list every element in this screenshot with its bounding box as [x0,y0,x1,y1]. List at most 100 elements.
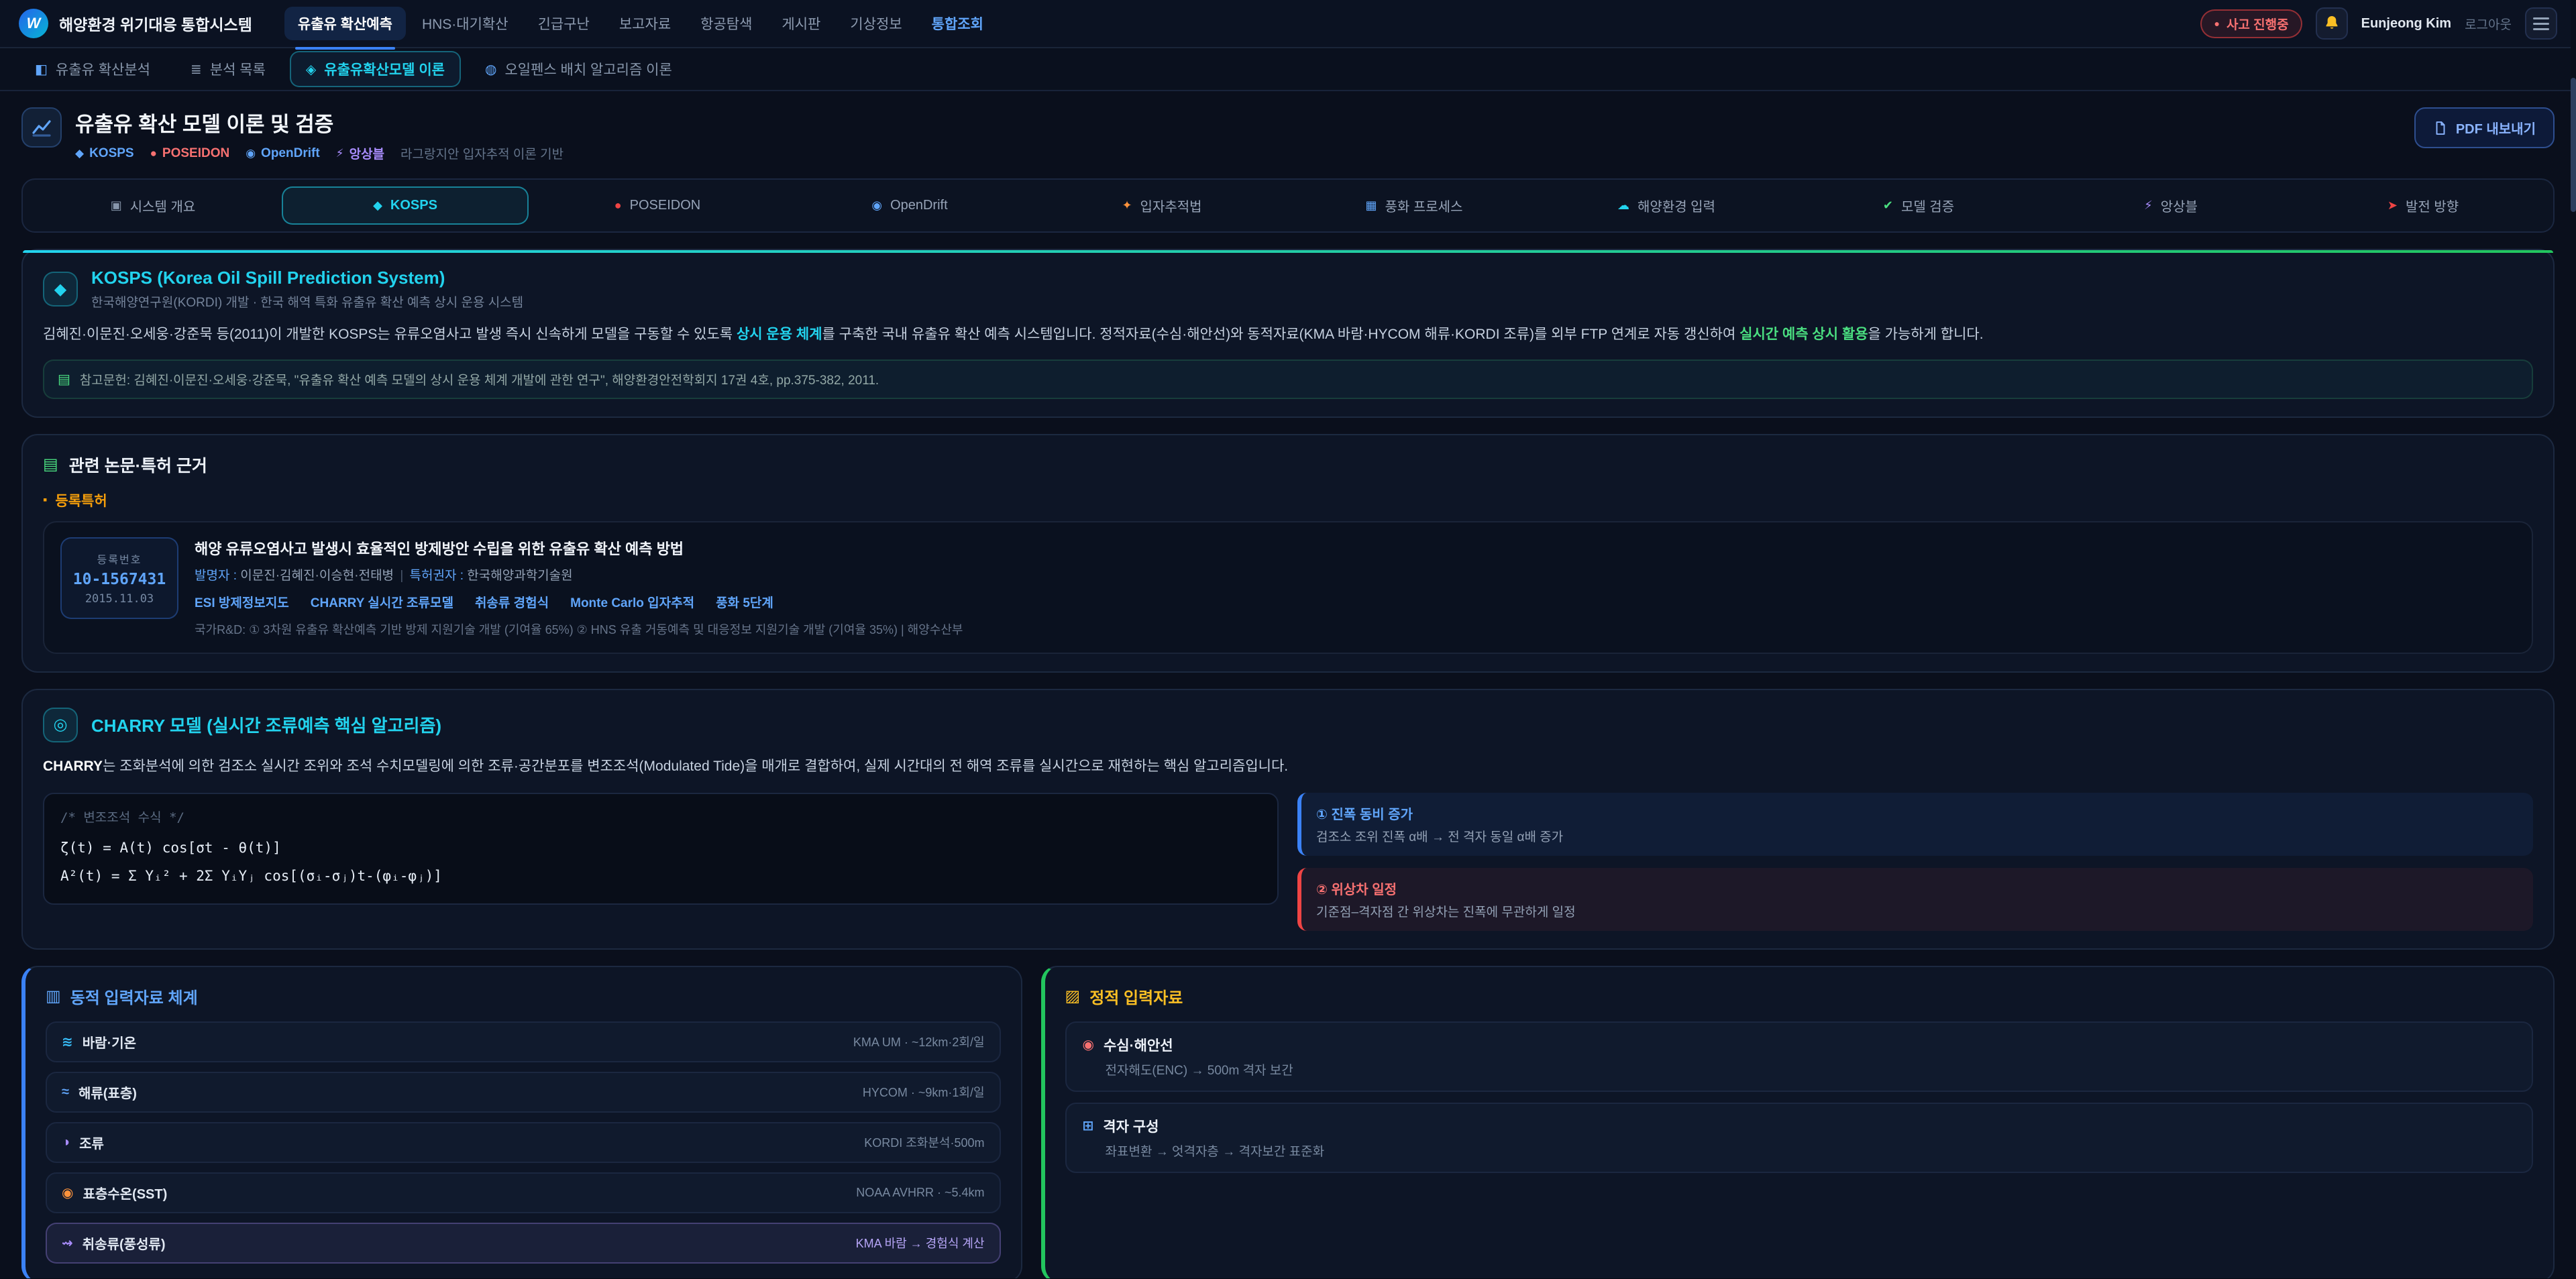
brand: W 해양환경 위기대응 통합시스템 [19,9,252,38]
chip-particle-tracking[interactable]: ✦입자추적법 [1038,186,1285,225]
patent-section: ▤ 관련 논문·특허 근거 ▪ 등록특허 등록번호 10-1567431 201… [21,434,2555,673]
chip-ocean-env-input[interactable]: ☁해양환경 입력 [1543,186,1790,225]
wave-icon: ≈ [62,1085,69,1100]
book-icon: ▤ [58,371,70,388]
charry-title: CHARRY 모델 (실시간 조류예측 핵심 알고리즘) [91,712,441,737]
patent-section-title: 관련 논문·특허 근거 [69,453,207,477]
chip-poseidon[interactable]: ●POSEIDON [534,186,781,225]
diamond-icon: ◆ [373,199,382,213]
patent-card: 등록번호 10-1567431 2015.11.03 해양 유류오염사고 발생시… [43,521,2533,654]
nav-hns-air-dispersion[interactable]: HNS·대기확산 [409,7,522,40]
chip-model-validation[interactable]: ✔모델 검증 [1795,186,2042,225]
nav-bulletin-board[interactable]: 게시판 [768,7,834,40]
nav-aerial-search[interactable]: 항공탐색 [687,7,765,40]
incident-status-badge[interactable]: ● 사고 진행중 [2200,9,2302,38]
thermometer-icon: ◉ [62,1184,73,1201]
grid-icon: ⊞ [1083,1117,1094,1134]
model-badge-row: ◆KOSPS ●POSEIDON ◉OpenDrift ⚡앙상블 라그랑지안 입… [75,144,564,162]
tag-monte-carlo-tracking[interactable]: Monte Carlo 입자추적 [570,593,694,611]
amplitude-note: ① 진폭 동비 증가 검조소 조위 진폭 α배 → 전 격자 동일 α배 증가 [1297,793,2533,856]
rocket-icon: ➤ [2387,199,2398,213]
tab-spill-analysis[interactable]: ◧ 유출유 확산분석 [19,51,166,87]
chip-kosps[interactable]: ◆KOSPS [282,186,529,225]
spark-icon: ✦ [1122,199,1132,213]
badge-opendrift: ◉OpenDrift [246,146,319,161]
tab-label: 오일펜스 배치 알고리즘 이론 [504,59,672,79]
page-subtitle: 라그랑지안 입자추적 이론 기반 [400,144,564,162]
patent-registration-box: 등록번호 10-1567431 2015.11.03 [60,537,178,619]
globe-icon: ◍ [485,61,496,78]
tab-label: 유출유확산모델 이론 [324,59,445,79]
tag-esi-control-map[interactable]: ESI 방제정보지도 [195,593,289,611]
kosps-diamond-icon: ◆ [43,272,78,307]
chip-system-overview[interactable]: ▣시스템 개요 [30,186,276,225]
input-row-surface-current: ≈해류(표층) HYCOM · ~9km·1회/일 [46,1072,1001,1113]
static-inputs-title: 정적 입력자료 [1089,985,1183,1008]
badge-ensemble: ⚡앙상블 [336,144,384,162]
registration-date: 2015.11.03 [72,592,166,606]
status-dot-icon: ● [2214,19,2219,28]
pin-icon: ◉ [1083,1036,1094,1053]
dynamic-inputs-title: 동적 입력자료 체계 [70,985,198,1008]
badge-poseidon: ●POSEIDON [150,146,230,161]
hamburger-icon [2533,17,2549,19]
patent-title: 해양 유류오염사고 발생시 효율적인 방제방안 수립을 위한 유출유 확산 예측… [195,537,963,559]
section-nav: ▣시스템 개요 ◆KOSPS ●POSEIDON ◉OpenDrift ✦입자추… [21,178,2555,233]
chip-future-direction[interactable]: ➤발전 방향 [2300,186,2546,225]
charry-description: CHARRY는 조화분석에 의한 검조소 실시간 조위와 조석 수치모델링에 의… [43,755,2533,779]
registration-number-label: 등록번호 [72,551,166,567]
wind-icon: ≋ [62,1034,73,1050]
scrollbar[interactable] [2571,0,2576,1278]
tab-model-theory[interactable]: ◈ 유출유확산모델 이론 [290,51,461,87]
diamond-icon: ◆ [75,147,84,160]
chip-weathering-process[interactable]: ▦풍화 프로세스 [1291,186,1538,225]
input-row-bathymetry: ◉수심·해안선 전자해도(ENC) → 500m 격자 보간 [1065,1021,2533,1092]
menu-button[interactable] [2525,7,2557,40]
charry-target-icon: ◎ [43,708,78,742]
documents-icon: ▤ [43,455,58,474]
nav-emergency-rescue[interactable]: 긴급구난 [525,7,603,40]
folder-icon: ▨ [1065,987,1081,1006]
chip-opendrift[interactable]: ◉OpenDrift [786,186,1033,225]
input-row-wind-temp: ≋바람·기온 KMA UM · ~12km·2회/일 [46,1021,1001,1062]
page-icon [21,107,62,148]
nav-report-materials[interactable]: 보고자료 [606,7,684,40]
chart-icon: ◧ [35,61,48,78]
notification-bell-button[interactable] [2316,7,2348,40]
cloud-icon: ☁ [1617,199,1629,213]
nav-integrated-search[interactable]: 통합조회 [918,7,997,40]
inventors: 이문진·김혜진·이승현·전태병 [240,569,394,583]
input-row-grid-config: ⊞격자 구성 좌표변환 → 엇격자층 → 격자보간 표준화 [1065,1103,2533,1173]
input-row-tide: ◑조류 KORDI 조화분석·500m [46,1122,1001,1163]
wind-driven-icon: ⇝ [62,1235,73,1252]
tag-charry-tide-model[interactable]: CHARRY 실시간 조류모델 [311,593,453,611]
pdf-icon [2433,121,2448,135]
kosps-subtitle: 한국해양연구원(KORDI) 개발 · 한국 해역 특화 유출유 확산 예측 상… [91,292,523,311]
kosps-title: KOSPS (Korea Oil Spill Prediction System… [91,268,523,288]
secondary-tab-bar: ◧ 유출유 확산분석 ≣ 분석 목록 ◈ 유출유확산모델 이론 ◍ 오일펜스 배… [0,48,2576,91]
input-data-row: ▥ 동적 입력자료 체계 ≋바람·기온 KMA UM · ~12km·2회/일 … [21,966,2555,1279]
tag-wind-current-formula[interactable]: 취송류 경험식 [475,593,549,611]
page-title: 유출유 확산 모델 이론 및 검증 [75,107,564,137]
assignee: 한국해양과학기술원 [467,569,572,583]
formula-line-2: A²(t) = Σ Yᵢ² + 2Σ YᵢYⱼ cos[(σᵢ-σⱼ)t-(φᵢ… [60,862,1261,890]
formula-comment: /* 변조조석 수식 */ [60,808,1261,826]
scrollbar-thumb[interactable] [2571,78,2576,212]
pdf-export-button[interactable]: PDF 내보내기 [2414,107,2555,148]
incident-status-label: 사고 진행중 [2226,15,2289,33]
dynamic-inputs-card: ▥ 동적 입력자료 체계 ≋바람·기온 KMA UM · ~12km·2회/일 … [21,966,1022,1279]
tab-analysis-list[interactable]: ≣ 분석 목록 [174,51,282,87]
logout-link[interactable]: 로그아웃 [2465,15,2512,33]
tag-weathering-stages[interactable]: 풍화 5단계 [716,593,773,611]
nav-weather-info[interactable]: 기상정보 [837,7,915,40]
main-content: 유출유 확산 모델 이론 및 검증 ◆KOSPS ●POSEIDON ◉Open… [0,91,2576,1278]
app-window: W 해양환경 위기대응 통합시스템 유출유 확산예측 HNS·대기확산 긴급구난… [0,0,2576,1278]
tab-oilfence-algorithm-theory[interactable]: ◍ 오일펜스 배치 알고리즘 이론 [469,51,688,87]
nav-oil-spill-prediction[interactable]: 유출유 확산예측 [284,7,406,40]
chip-ensemble[interactable]: ⚡앙상블 [2047,186,2294,225]
assignee-label: 특허권자 : [410,569,464,583]
highlight-realtime-use: 실시간 예측 상시 활용 [1739,327,1868,342]
theory-icon: ◈ [306,61,316,78]
app-title: 해양환경 위기대응 통합시스템 [59,12,252,35]
reference-text: 참고문헌: 김혜진·이문진·오세웅·강준묵, "유출유 확산 예측 모델의 상시… [80,370,879,388]
